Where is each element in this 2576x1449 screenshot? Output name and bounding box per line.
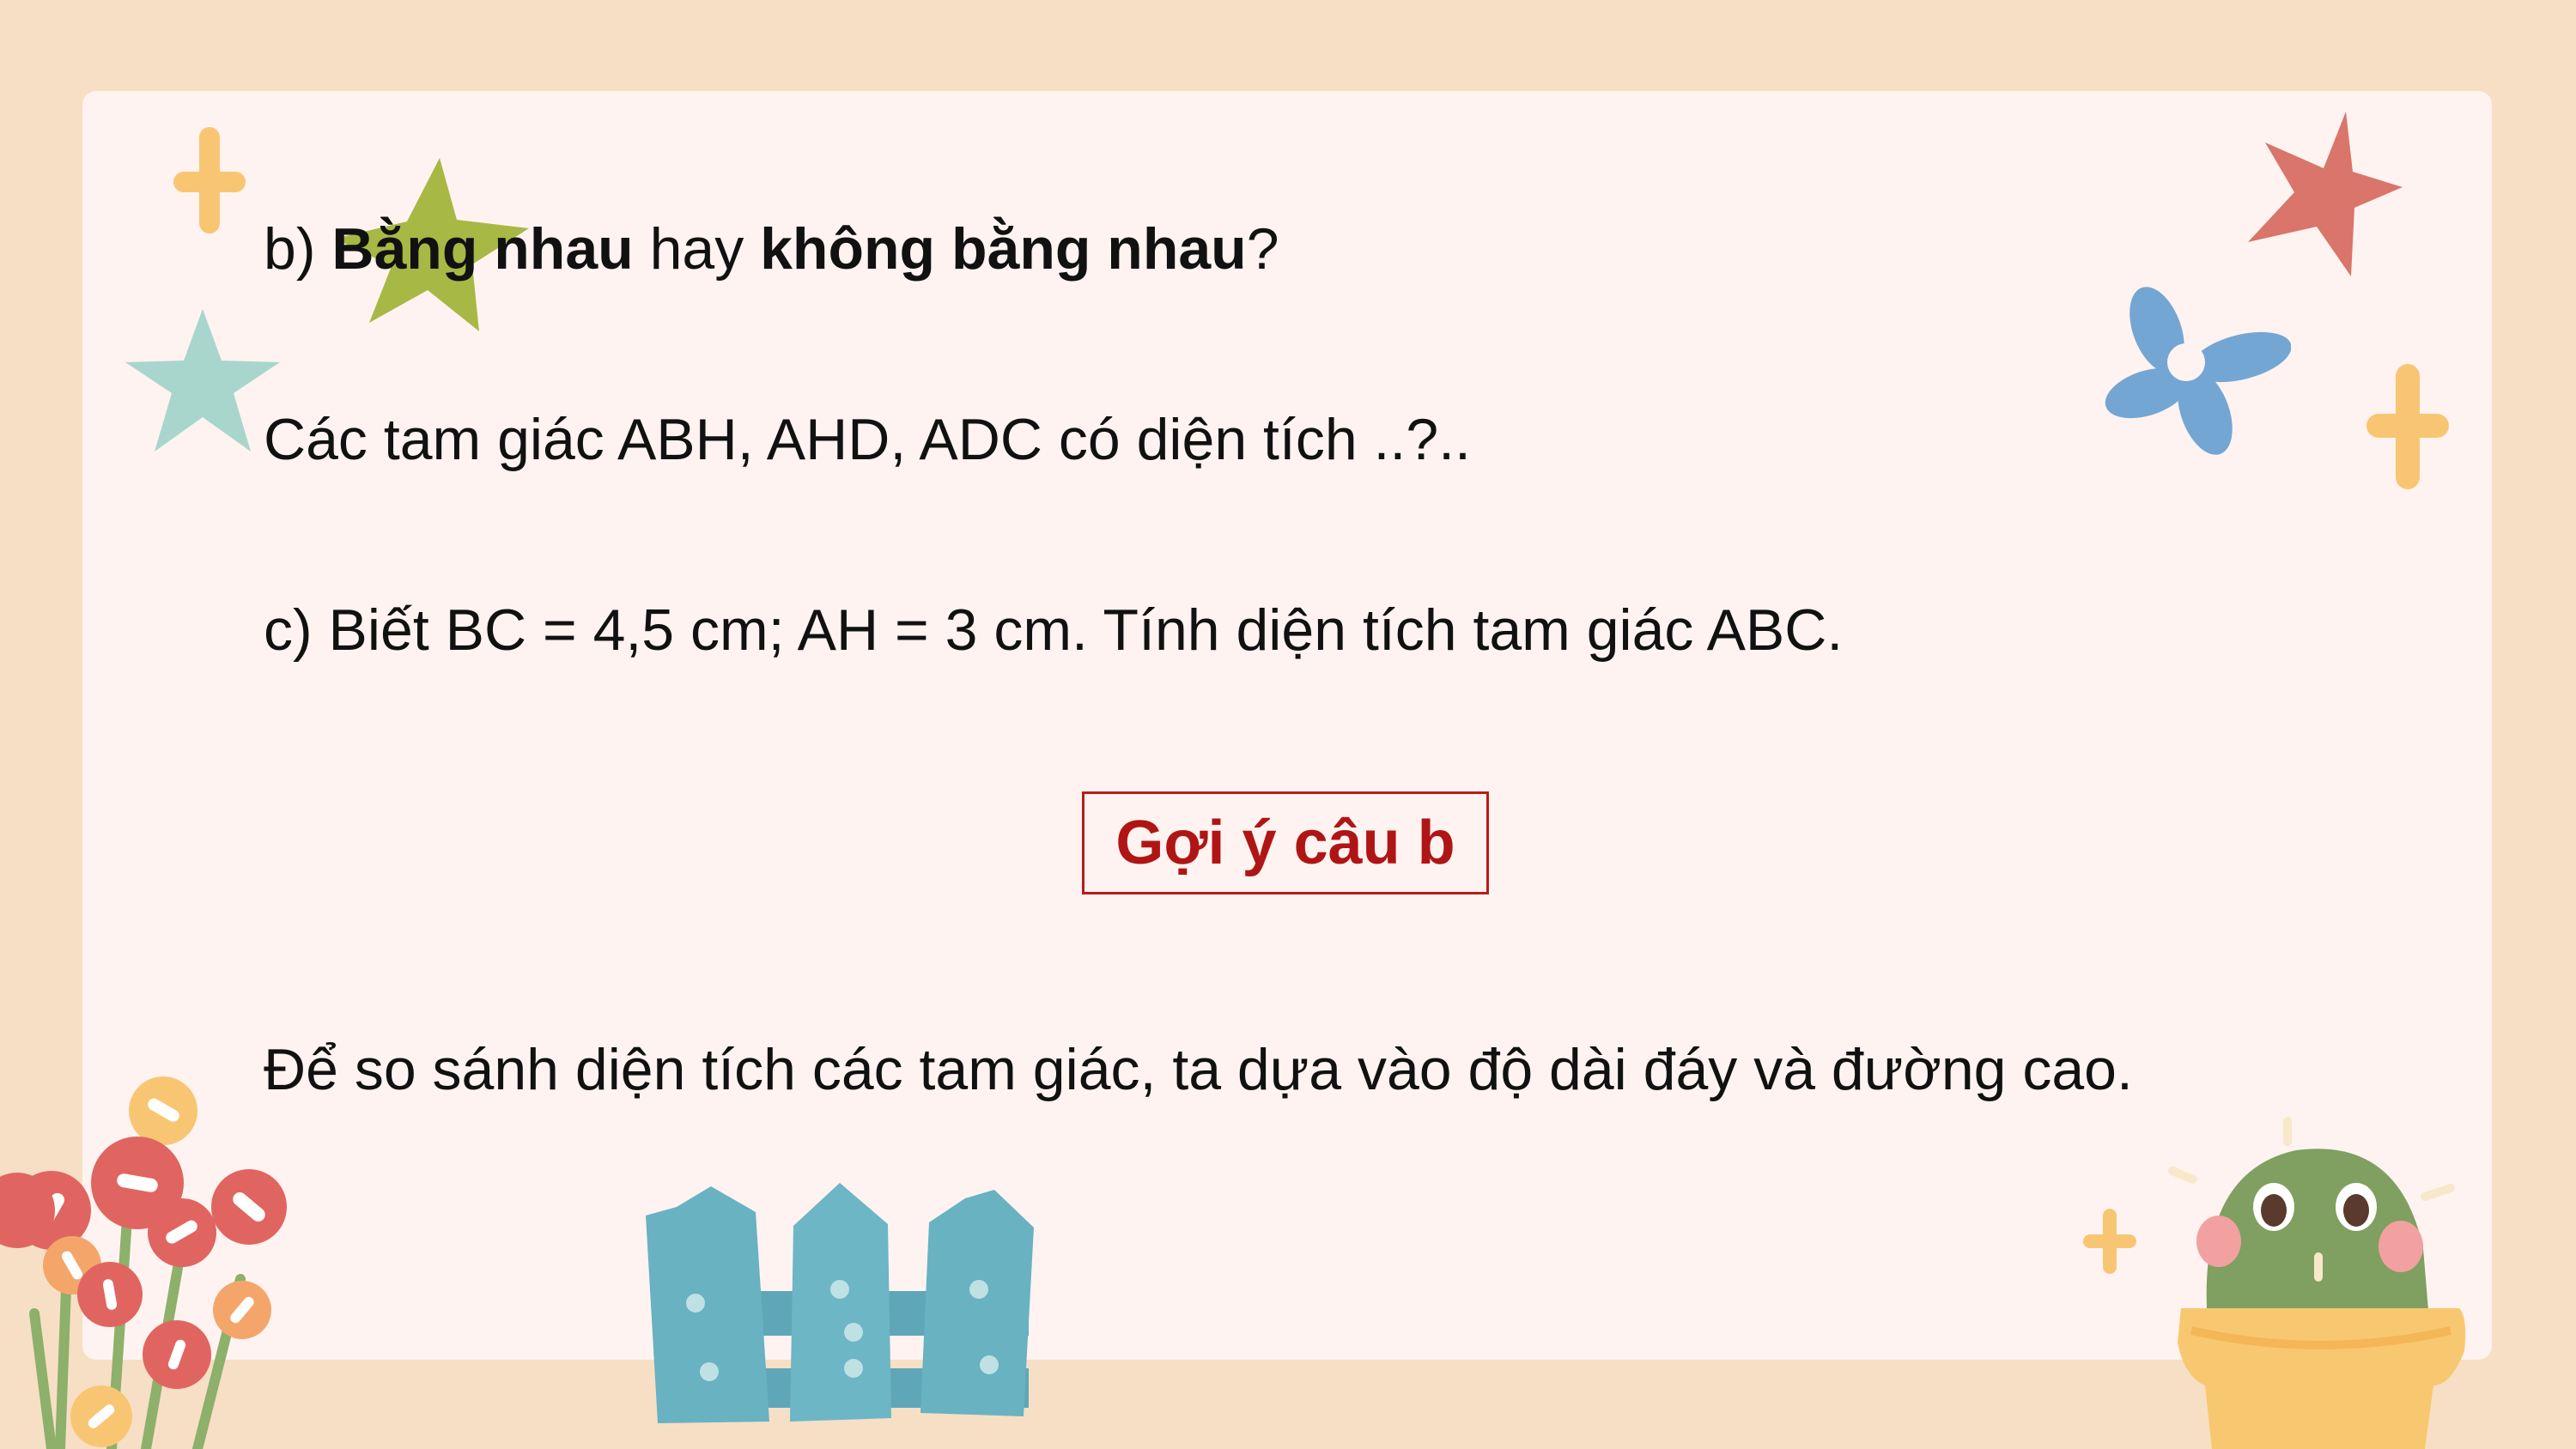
- plus-icon: [2083, 1209, 2136, 1274]
- question-b-bold-equal: Bằng nhau: [331, 216, 634, 282]
- explanation-text: Để so sánh diện tích các tam giác, ta dự…: [264, 1037, 2133, 1102]
- question-b-middle: hay: [633, 216, 761, 282]
- question-c: c) Biết BC = 4,5 cm; AH = 3 cm. Tính diệ…: [264, 597, 1844, 663]
- plus-icon: [173, 127, 246, 233]
- question-b: b) Bằng nhau hay không bằng nhau?: [264, 220, 1279, 278]
- cactus-icon: [2168, 1117, 2466, 1449]
- question-b-suffix: ?: [1246, 216, 1279, 282]
- question-b-bold-not-equal: không bằng nhau: [760, 216, 1247, 282]
- teal-star-icon: [125, 309, 280, 452]
- blue-flower-icon: [2105, 287, 2291, 455]
- question-b-prefix: b): [264, 216, 332, 282]
- statement-text: Các tam giác ABH, AHD, ADC có diện tích …: [264, 407, 1471, 472]
- plus-icon: [2366, 364, 2449, 489]
- flowers-icon: [0, 1076, 287, 1449]
- red-star-icon: [2248, 112, 2403, 276]
- fence-icon: [646, 1183, 1034, 1423]
- hint-button[interactable]: Gợi ý câu b: [1082, 791, 1489, 894]
